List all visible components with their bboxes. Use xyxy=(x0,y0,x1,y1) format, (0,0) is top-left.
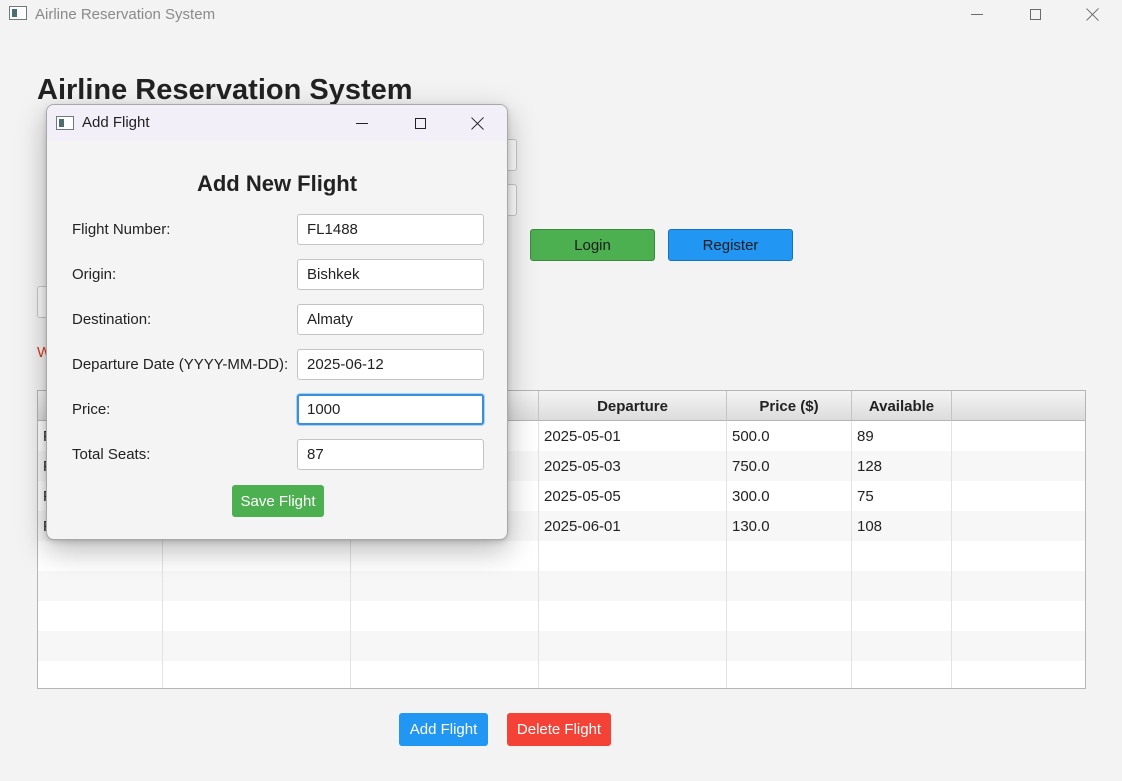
window-title: Airline Reservation System xyxy=(35,6,216,23)
flight-number-label: Flight Number: xyxy=(72,221,171,238)
destination-field[interactable] xyxy=(297,304,484,335)
table-cell: 2025-05-05 xyxy=(539,481,727,511)
table-cell xyxy=(952,421,1085,451)
register-button[interactable]: Register xyxy=(668,229,793,261)
dialog-minimize-button[interactable] xyxy=(333,105,391,141)
column-header-available[interactable]: Available xyxy=(852,391,952,421)
save-flight-button[interactable]: Save Flight xyxy=(232,485,324,517)
close-icon xyxy=(1086,7,1100,21)
table-cell: 300.0 xyxy=(727,481,852,511)
minimize-icon xyxy=(971,13,983,15)
minimize-button[interactable] xyxy=(948,0,1006,28)
maximize-icon xyxy=(414,117,426,129)
table-cell: 75 xyxy=(852,481,952,511)
table-cell xyxy=(952,511,1085,541)
page-title: Airline Reservation System xyxy=(37,74,413,106)
table-cell: 500.0 xyxy=(727,421,852,451)
flight-number-field[interactable] xyxy=(297,214,484,245)
window-titlebar: Airline Reservation System xyxy=(0,0,1122,28)
delete-flight-button[interactable]: Delete Flight xyxy=(507,713,611,746)
table-cell: 89 xyxy=(852,421,952,451)
maximize-button[interactable] xyxy=(1006,0,1064,28)
total-seats-label: Total Seats: xyxy=(72,446,151,463)
destination-label: Destination: xyxy=(72,311,152,328)
table-cell: 130.0 xyxy=(727,511,852,541)
table-cell: 2025-06-01 xyxy=(539,511,727,541)
empty-table-row xyxy=(38,571,1085,601)
add-flight-dialog: Add Flight Add New Flight Flight Number:… xyxy=(46,104,508,540)
login-button[interactable]: Login xyxy=(530,229,655,261)
table-cell: 128 xyxy=(852,451,952,481)
dialog-maximize-button[interactable] xyxy=(391,105,449,141)
column-header xyxy=(952,391,1085,421)
empty-table-row xyxy=(38,601,1085,631)
dialog-titlebar[interactable]: Add Flight xyxy=(47,105,507,141)
column-header-price[interactable]: Price ($) xyxy=(727,391,852,421)
table-cell: 108 xyxy=(852,511,952,541)
close-icon xyxy=(471,116,485,130)
origin-field[interactable] xyxy=(297,259,484,290)
origin-label: Origin: xyxy=(72,266,117,283)
dialog-heading: Add New Flight xyxy=(196,171,358,196)
table-cell: 2025-05-03 xyxy=(539,451,727,481)
empty-table-row xyxy=(38,541,1085,571)
departure-date-field[interactable] xyxy=(297,349,484,380)
price-field[interactable] xyxy=(297,394,484,425)
table-cell xyxy=(952,451,1085,481)
dialog-close-button[interactable] xyxy=(449,105,507,141)
add-flight-button[interactable]: Add Flight xyxy=(399,713,488,746)
app-window-icon xyxy=(9,6,27,20)
table-cell xyxy=(952,481,1085,511)
departure-date-label: Departure Date (YYYY-MM-DD): xyxy=(72,356,289,373)
empty-table-row xyxy=(38,631,1085,661)
total-seats-field[interactable] xyxy=(297,439,484,470)
column-header-departure[interactable]: Departure xyxy=(539,391,727,421)
price-label: Price: xyxy=(72,401,111,418)
dialog-title: Add Flight xyxy=(82,114,150,131)
table-cell: 2025-05-01 xyxy=(539,421,727,451)
maximize-icon xyxy=(1029,8,1041,20)
table-cell: 750.0 xyxy=(727,451,852,481)
empty-table-row xyxy=(38,661,1085,688)
close-button[interactable] xyxy=(1064,0,1122,28)
app-window-icon xyxy=(56,116,74,130)
minimize-icon xyxy=(356,122,368,124)
